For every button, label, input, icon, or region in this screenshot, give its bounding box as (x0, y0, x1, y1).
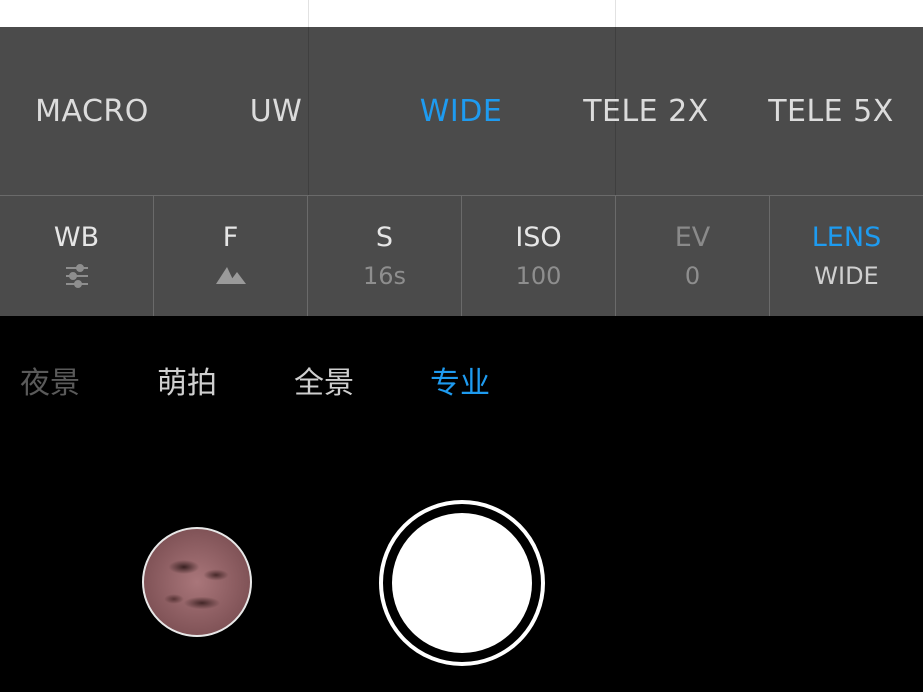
lens-option-uw[interactable]: UW (184, 94, 368, 129)
grid-line (615, 0, 616, 27)
lens-option-tele-5x[interactable]: TELE 5X (739, 94, 923, 129)
setting-label: WB (53, 222, 100, 253)
lens-selector-bar: MACRO UW WIDE TELE 2X TELE 5X (0, 27, 923, 196)
setting-value: 100 (515, 262, 562, 290)
mode-cute[interactable]: 萌拍 (157, 358, 217, 402)
setting-label: F (222, 222, 239, 253)
shutter-button[interactable] (379, 500, 545, 666)
setting-value: 0 (684, 262, 701, 290)
setting-value: 16s (362, 262, 407, 290)
setting-label: LENS (811, 222, 882, 253)
viewfinder-preview (0, 0, 923, 27)
setting-f[interactable]: F (154, 196, 308, 316)
grid-line (308, 0, 309, 27)
lens-option-wide[interactable]: WIDE (369, 94, 553, 129)
mountain-icon (154, 262, 307, 288)
shutter-inner (392, 513, 532, 653)
pro-settings-row: WB F S 16s ISO 100 EV 0 LENS WIDE (0, 196, 923, 316)
lens-option-macro[interactable]: MACRO (0, 94, 184, 129)
mode-panorama[interactable]: 全景 (294, 358, 354, 402)
mode-night[interactable]: 夜景 (20, 358, 80, 402)
sliders-icon (0, 262, 153, 290)
setting-ev[interactable]: EV 0 (616, 196, 770, 316)
setting-iso[interactable]: ISO 100 (462, 196, 616, 316)
setting-label: S (375, 222, 394, 253)
setting-wb[interactable]: WB (0, 196, 154, 316)
lens-option-tele-2x[interactable]: TELE 2X (554, 94, 738, 129)
setting-label: ISO (515, 222, 562, 253)
setting-label: EV (674, 222, 711, 253)
setting-s[interactable]: S 16s (308, 196, 462, 316)
setting-lens[interactable]: LENS WIDE (770, 196, 923, 316)
setting-value: WIDE (814, 262, 879, 290)
gallery-thumbnail[interactable] (142, 527, 252, 637)
mode-pro[interactable]: 专业 (430, 358, 490, 402)
